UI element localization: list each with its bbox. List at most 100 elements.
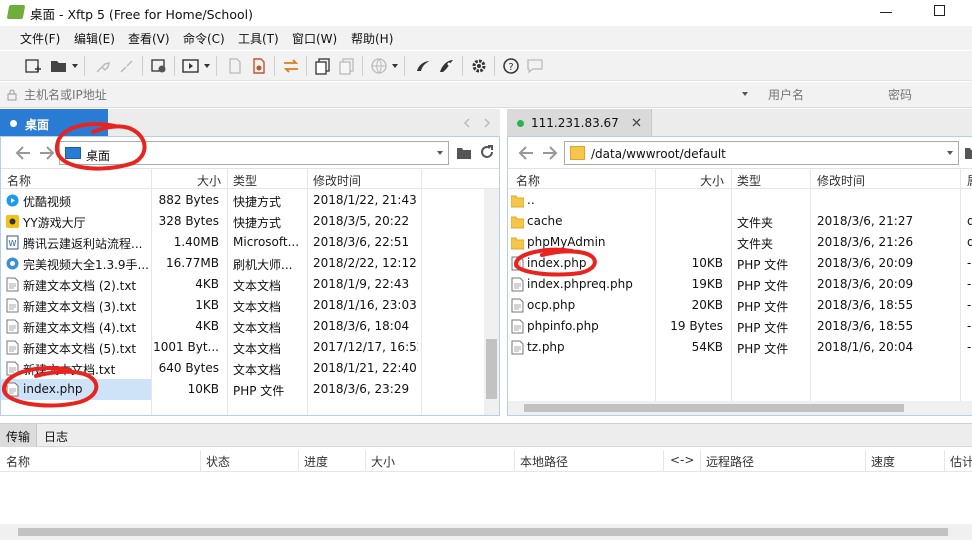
column-name-header[interactable]: 名称 [7, 172, 31, 189]
globe-icon[interactable] [370, 57, 388, 75]
file-row[interactable]: YY游戏大厅 328 Bytes 快捷方式 2018/3/5, 20:22 [1, 211, 499, 232]
menu-window[interactable]: 窗口(W) [292, 30, 337, 47]
column-attributes-header[interactable]: 属 [967, 172, 972, 189]
new-session-icon[interactable] [24, 57, 42, 75]
back-arrow-icon[interactable] [15, 146, 31, 160]
menu-view[interactable]: 查看(V) [128, 30, 170, 47]
scroll-thumb[interactable] [524, 404, 904, 412]
file-row[interactable]: phpMyAdmin 文件夹 2018/3/6, 21:26 d [508, 232, 972, 253]
open-dropdown-caret[interactable] [72, 64, 78, 68]
local-file-pane: 桌面 名称 大小 类型 修改时间 优酷视频 882 Bytes 快捷方式 2018/1… [0, 136, 500, 416]
file-row[interactable]: 优酷视频 882 Bytes 快捷方式 2018/1/22, 21:43 [1, 190, 499, 211]
scroll-thumb[interactable] [486, 339, 497, 399]
remote-path-combobox[interactable]: /data/wwwroot/default [564, 141, 959, 165]
file-row[interactable]: index.phpreq.php 19KB PHP 文件 2018/3/6, 20:0… [508, 274, 972, 295]
terminal-icon[interactable] [182, 57, 200, 75]
tab-remote-server[interactable]: 111.231.83.67 [507, 109, 652, 136]
column-name-header[interactable]: 名称 [516, 172, 540, 189]
disconnect-icon[interactable] [118, 57, 136, 75]
remote-horizontal-scrollbar[interactable] [508, 401, 972, 415]
close-tab-icon[interactable] [632, 118, 641, 127]
gear-icon[interactable] [470, 57, 488, 75]
file-row[interactable]: index.php 10KB PHP 文件 2018/3/6, 23:29 [1, 379, 499, 400]
username-input[interactable] [760, 84, 878, 105]
file-type: 文件夹 [737, 216, 774, 230]
folder-icon[interactable] [456, 145, 472, 160]
xshell-icon[interactable] [438, 57, 456, 75]
maximize-button[interactable] [934, 5, 945, 16]
column-status-header[interactable]: 状态 [206, 453, 230, 470]
password-input[interactable] [880, 84, 972, 105]
host-input[interactable] [18, 84, 758, 105]
transfer-column-header: 名称 状态 进度 大小 本地路径 <-> 远程路径 速度 估计 [0, 450, 972, 472]
local-path-combobox[interactable]: 桌面 [59, 141, 449, 165]
column-modified-header[interactable]: 修改时间 [313, 172, 361, 189]
terminal-dropdown-caret[interactable] [204, 64, 210, 68]
column-type-header[interactable]: 类型 [233, 172, 257, 189]
file-row[interactable]: 新建文本文档 (4).txt 4KB 文本文档 2018/3/6, 18:04 [1, 316, 499, 337]
minimize-button[interactable] [880, 12, 892, 13]
column-local-path-header[interactable]: 本地路径 [520, 453, 568, 470]
help-icon[interactable]: ? [502, 57, 520, 75]
netsarang-icon[interactable] [414, 57, 432, 75]
tab-transfers[interactable]: 传输 [0, 424, 38, 447]
file-row[interactable]: 新建文本文档 (3).txt 1KB 文本文档 2018/1/16, 23:03 [1, 295, 499, 316]
globe-dropdown-caret[interactable] [392, 64, 398, 68]
forward-arrow-icon[interactable] [542, 146, 558, 160]
file-row[interactable]: tz.php 54KB PHP 文件 2018/1/6, 20:04 - [508, 337, 972, 358]
menu-tools[interactable]: 工具(T) [238, 30, 279, 47]
tab-scroll-right-icon[interactable] [482, 118, 492, 128]
copy-icon[interactable] [314, 57, 332, 75]
file-row[interactable]: ocp.php 20KB PHP 文件 2018/3/6, 18:55 - [508, 295, 972, 316]
open-folder-icon[interactable] [50, 57, 68, 75]
file-row[interactable]: 新建文本文档 (2).txt 4KB 文本文档 2018/1/9, 22:43 [1, 274, 499, 295]
local-vertical-scrollbar[interactable] [484, 189, 499, 415]
column-progress-header[interactable]: 进度 [304, 453, 328, 470]
connect-icon[interactable] [94, 57, 112, 75]
comment-icon[interactable] [526, 57, 544, 75]
file-row[interactable]: index.php 10KB PHP 文件 2018/3/6, 20:09 - [508, 253, 972, 274]
host-dropdown-caret[interactable] [742, 92, 748, 96]
back-arrow-icon[interactable] [518, 146, 534, 160]
file-row[interactable]: phpinfo.php 19 Bytes PHP 文件 2018/3/6, 18:55… [508, 316, 972, 337]
edit-file-icon[interactable] [250, 57, 268, 75]
column-size-header[interactable]: 大小 [197, 172, 221, 189]
text-file-icon [6, 298, 19, 313]
menu-file[interactable]: 文件(F) [20, 30, 60, 47]
tab-log[interactable]: 日志 [38, 424, 74, 447]
toolbar-separator [84, 56, 85, 76]
forward-arrow-icon[interactable] [39, 146, 55, 160]
refresh-icon[interactable] [479, 144, 495, 160]
column-direction-header[interactable]: <-> [670, 453, 694, 467]
file-row[interactable]: .. [508, 190, 972, 211]
column-name-header[interactable]: 名称 [6, 453, 30, 470]
transfer-horizontal-scrollbar[interactable] [0, 524, 972, 540]
path-dropdown-caret[interactable] [947, 151, 953, 155]
file-row[interactable]: 新建文本文档.txt 640 Bytes 文本文档 2018/1/21, 22:40 [1, 358, 499, 379]
column-modified-header[interactable]: 修改时间 [817, 172, 865, 189]
tab-local-desktop[interactable]: 桌面 [0, 109, 108, 136]
sync-transfer-icon[interactable] [282, 57, 300, 75]
tab-scroll-left-icon[interactable] [462, 118, 472, 128]
file-row[interactable]: 新建文本文档 (5).txt 1001 Byt... 文本文档 2017/12/17,… [1, 337, 499, 358]
column-remote-path-header[interactable]: 远程路径 [706, 453, 754, 470]
column-type-header[interactable]: 类型 [737, 172, 761, 189]
toolbar-separator [462, 56, 463, 76]
folder-icon[interactable] [964, 145, 972, 160]
scroll-thumb[interactable] [18, 528, 948, 536]
column-eta-header[interactable]: 估计 [950, 453, 972, 470]
paste-icon[interactable] [338, 57, 356, 75]
column-size-header[interactable]: 大小 [371, 453, 395, 470]
new-file-icon[interactable] [226, 57, 244, 75]
menu-help[interactable]: 帮助(H) [351, 30, 393, 47]
path-dropdown-caret[interactable] [437, 151, 443, 155]
file-row[interactable]: 完美视频大全1.3.9手... 16.77MB 刷机大师... 2018/2/22, … [1, 253, 499, 274]
session-properties-icon[interactable] [150, 57, 168, 75]
file-row[interactable]: W 腾讯云建返利站流程... 1.40MB Microsoft... 2018/3/6,… [1, 232, 499, 253]
column-speed-header[interactable]: 速度 [871, 453, 895, 470]
menu-edit[interactable]: 编辑(E) [74, 30, 115, 47]
file-row[interactable]: cache 文件夹 2018/3/6, 21:27 d [508, 211, 972, 232]
file-size: 10KB [691, 256, 723, 270]
column-size-header[interactable]: 大小 [700, 172, 724, 189]
menu-command[interactable]: 命令(C) [183, 30, 225, 47]
